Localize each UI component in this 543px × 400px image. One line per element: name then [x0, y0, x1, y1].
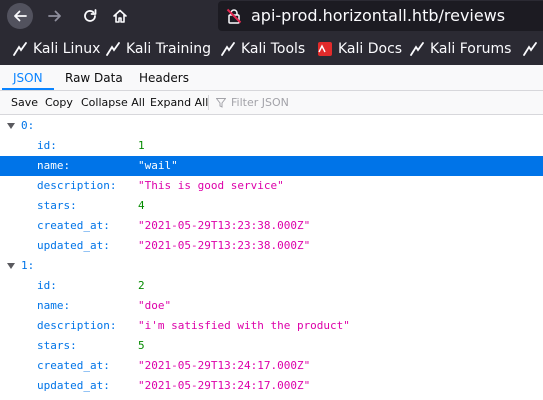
property-value: "doe"	[138, 299, 172, 312]
bookmarks-toolbar: Kali Linux Kali Training Kali Tools Kali…	[0, 32, 543, 65]
kali-dragon-icon	[221, 42, 235, 56]
property-key: id:	[37, 279, 57, 292]
property-key: description:	[37, 319, 117, 332]
property-value: "2021-05-29T13:24:17.000Z"	[138, 379, 311, 392]
property-value: 2	[138, 279, 145, 292]
json-property-row[interactable]: stars: 4	[0, 196, 543, 216]
json-tree: 0: id: 1 name: "wail" description: "This…	[0, 116, 543, 400]
bookmark-label: Kali Docs	[338, 41, 403, 57]
property-key: updated_at:	[37, 239, 110, 252]
bookmark-kali-forums[interactable]: Kali Forums	[410, 40, 511, 58]
url-bar[interactable]: api-prod.horizontall.htb/reviews	[218, 1, 543, 31]
bookmark-kali-linux[interactable]: Kali Linux	[13, 40, 100, 58]
bookmark-label: Kali Linux	[33, 41, 101, 57]
json-property-row[interactable]: updated_at: "2021-05-29T13:24:17.000Z"	[0, 376, 543, 396]
expand-toggle-icon[interactable]	[7, 263, 15, 269]
property-key: updated_at:	[37, 379, 110, 392]
json-property-row[interactable]: name: "doe"	[0, 296, 543, 316]
tab-raw-data[interactable]: Raw Data	[54, 65, 134, 90]
expand-toggle-icon[interactable]	[7, 123, 15, 129]
property-value: "2021-05-29T13:24:17.000Z"	[138, 359, 311, 372]
bookmark-kali-training[interactable]: Kali Training	[106, 40, 211, 58]
bookmark-label: Kali Training	[126, 41, 211, 57]
json-property-row[interactable]: created_at: "2021-05-29T13:23:38.000Z"	[0, 216, 543, 236]
property-value: 4	[138, 199, 145, 212]
home-icon	[113, 9, 127, 23]
home-button[interactable]	[107, 3, 133, 29]
kali-dragon-icon	[106, 42, 120, 56]
insecure-lock-icon[interactable]	[226, 8, 242, 24]
json-property-row[interactable]: id: 1	[0, 136, 543, 156]
kali-dragon-icon	[523, 42, 537, 56]
property-key: name:	[37, 299, 71, 312]
property-value: "wail"	[138, 159, 178, 172]
property-value: 5	[138, 339, 145, 352]
bookmark-kali-tools[interactable]: Kali Tools	[221, 40, 305, 58]
property-value: "2021-05-29T13:23:38.000Z"	[138, 239, 311, 252]
property-value: 1	[138, 139, 145, 152]
object-key: 1:	[21, 259, 35, 272]
collapse-all-button[interactable]: Collapse All	[81, 91, 145, 114]
json-property-row[interactable]: stars: 5	[0, 336, 543, 356]
json-property-row[interactable]: description: "i'm satisfied with the pro…	[0, 316, 543, 336]
kali-docs-icon	[318, 42, 332, 56]
property-key: stars:	[37, 199, 77, 212]
json-toolbar: Save Copy Collapse All Expand All	[0, 91, 543, 115]
property-value: "This is good service"	[138, 179, 284, 192]
property-value: "2021-05-29T13:23:38.000Z"	[138, 219, 311, 232]
kali-dragon-icon	[13, 42, 27, 56]
json-object-row[interactable]: 1:	[0, 256, 543, 276]
filter-json-input[interactable]	[231, 96, 381, 109]
property-key: created_at:	[37, 219, 110, 232]
filter-icon	[216, 97, 226, 108]
filter-box[interactable]	[216, 91, 381, 114]
property-key: description:	[37, 179, 117, 192]
url-text[interactable]: api-prod.horizontall.htb/reviews	[251, 6, 505, 25]
reload-icon	[84, 9, 97, 22]
forward-button[interactable]	[42, 3, 68, 29]
json-property-row[interactable]: name: "wail"	[0, 156, 543, 176]
property-key: stars:	[37, 339, 77, 352]
back-button[interactable]	[7, 3, 33, 29]
object-key: 0:	[21, 119, 35, 132]
arrow-left-icon	[14, 10, 27, 22]
copy-button[interactable]: Copy	[45, 91, 73, 114]
property-value: "i'm satisfied with the product"	[138, 319, 350, 332]
expand-all-button[interactable]: Expand All	[150, 91, 208, 114]
json-viewer-tabs: JSON Raw Data Headers	[0, 65, 543, 91]
kali-dragon-icon	[410, 42, 424, 56]
tab-json[interactable]: JSON	[2, 65, 54, 90]
json-property-row[interactable]: created_at: "2021-05-29T13:24:17.000Z"	[0, 356, 543, 376]
json-property-row[interactable]: id: 2	[0, 276, 543, 296]
toolbar-divider	[208, 95, 209, 110]
browser-navbar: api-prod.horizontall.htb/reviews	[0, 0, 543, 32]
property-key: name:	[37, 159, 71, 172]
bookmark-overflow[interactable]: N	[523, 40, 543, 58]
bookmark-label: Kali Forums	[430, 41, 512, 57]
save-button[interactable]: Save	[11, 91, 38, 114]
tab-headers[interactable]: Headers	[128, 65, 200, 90]
json-property-row[interactable]: description: "This is good service"	[0, 176, 543, 196]
json-property-row[interactable]: updated_at: "2021-05-29T13:23:38.000Z"	[0, 236, 543, 256]
bookmark-label: Kali Tools	[241, 41, 306, 57]
bookmark-kali-docs[interactable]: Kali Docs	[318, 40, 402, 58]
property-key: id:	[37, 139, 57, 152]
json-object-row[interactable]: 0:	[0, 116, 543, 136]
reload-button[interactable]	[77, 3, 103, 29]
property-key: created_at:	[37, 359, 110, 372]
arrow-right-icon	[48, 10, 61, 22]
